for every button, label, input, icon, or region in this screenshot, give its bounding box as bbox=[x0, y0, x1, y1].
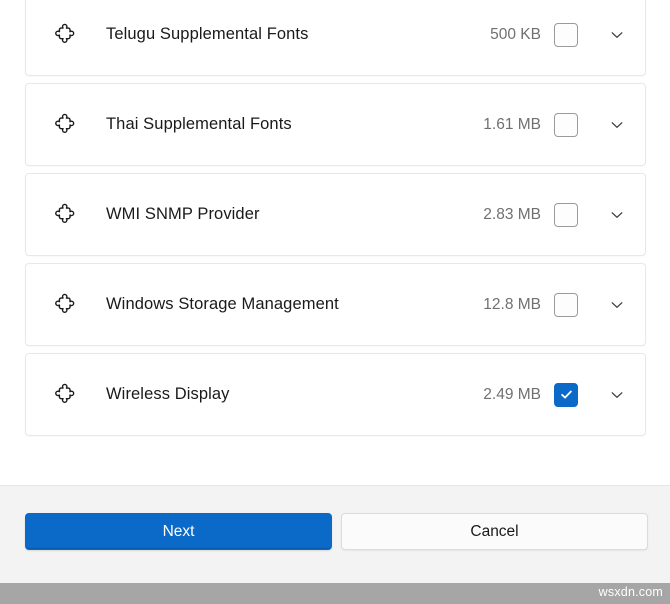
feature-row[interactable]: Windows Storage Management 12.8 MB bbox=[25, 263, 646, 346]
feature-checkbox[interactable] bbox=[554, 112, 578, 137]
feature-name-label: Windows Storage Management bbox=[106, 295, 339, 313]
watermark-label: wsxdn.com bbox=[598, 585, 663, 599]
feature-list: Telugu Supplemental Fonts 500 KB Thai Supp… bbox=[25, 0, 646, 443]
puzzle-piece-icon bbox=[48, 198, 82, 232]
feature-row[interactable]: Telugu Supplemental Fonts 500 KB bbox=[25, 0, 646, 76]
feature-checkbox[interactable] bbox=[554, 292, 578, 317]
watermark-strip: wsxdn.com bbox=[0, 583, 670, 604]
chevron-down-icon[interactable] bbox=[600, 378, 634, 412]
chevron-down-icon[interactable] bbox=[600, 288, 634, 322]
feature-checkbox[interactable] bbox=[554, 382, 578, 407]
puzzle-piece-icon bbox=[48, 378, 82, 412]
feature-size-label: 2.49 MB bbox=[483, 385, 541, 403]
cancel-button[interactable]: Cancel bbox=[341, 513, 648, 550]
feature-checkbox[interactable] bbox=[554, 202, 578, 227]
feature-row[interactable]: WMI SNMP Provider 2.83 MB bbox=[25, 173, 646, 256]
feature-checkbox[interactable] bbox=[554, 22, 578, 47]
feature-size-label: 12.8 MB bbox=[483, 295, 541, 313]
feature-size-label: 500 KB bbox=[490, 25, 541, 43]
puzzle-piece-icon bbox=[48, 108, 82, 142]
checkmark-icon bbox=[555, 384, 577, 406]
feature-row[interactable]: Wireless Display 2.49 MB bbox=[25, 353, 646, 436]
chevron-down-icon[interactable] bbox=[600, 198, 634, 232]
feature-size-label: 2.83 MB bbox=[483, 205, 541, 223]
feature-size-label: 1.61 MB bbox=[483, 115, 541, 133]
chevron-down-icon[interactable] bbox=[600, 18, 634, 52]
puzzle-piece-icon bbox=[48, 18, 82, 52]
feature-name-label: Telugu Supplemental Fonts bbox=[106, 25, 309, 43]
puzzle-piece-icon bbox=[48, 288, 82, 322]
optional-features-dialog: Telugu Supplemental Fonts 500 KB Thai Supp… bbox=[0, 0, 670, 604]
feature-name-label: Wireless Display bbox=[106, 385, 230, 403]
chevron-down-icon[interactable] bbox=[600, 108, 634, 142]
feature-name-label: WMI SNMP Provider bbox=[106, 205, 260, 223]
feature-row[interactable]: Thai Supplemental Fonts 1.61 MB bbox=[25, 83, 646, 166]
feature-name-label: Thai Supplemental Fonts bbox=[106, 115, 292, 133]
feature-list-scroll-area[interactable]: Telugu Supplemental Fonts 500 KB Thai Supp… bbox=[0, 0, 670, 485]
next-button[interactable]: Next bbox=[25, 513, 332, 550]
